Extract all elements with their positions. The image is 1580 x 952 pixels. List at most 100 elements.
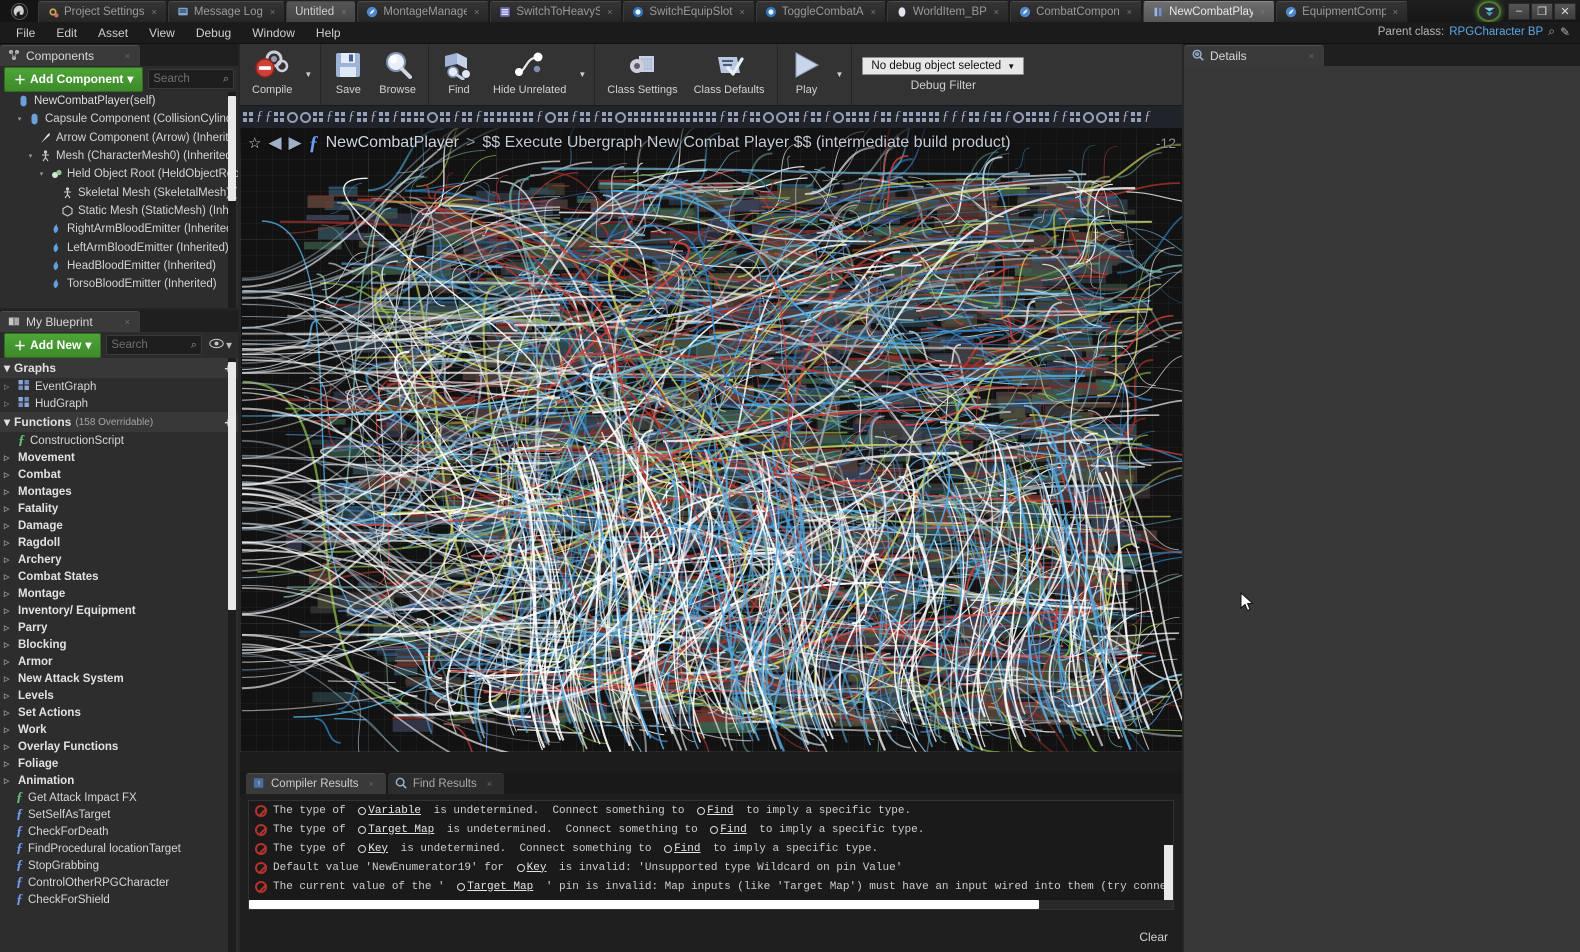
pin-link[interactable]: Find xyxy=(697,805,733,817)
menu-asset[interactable]: Asset xyxy=(88,24,138,42)
component-tree-row[interactable]: NewCombatPlayer(self) xyxy=(0,92,238,110)
parent-class-value[interactable]: RPGCharacter BP xyxy=(1449,26,1543,38)
tab-compiler-results[interactable]: ! Compiler Results × xyxy=(246,773,386,794)
expander-arrow-icon[interactable]: ▾ xyxy=(4,415,10,429)
component-tree-row[interactable]: Static Mesh (StaticMesh) (Inhe xyxy=(0,202,238,220)
event-graph-canvas[interactable]: BLUEPRINT ☆ ◀ ▶ ƒ NewCombatPlayer > $$ E… xyxy=(240,128,1182,752)
asset-tab-equipmentcomp[interactable]: EquipmentComp × xyxy=(1276,1,1409,22)
component-tree-row[interactable]: Skeletal Mesh (SkeletalMesh) ( xyxy=(0,183,238,201)
expander-arrow-icon[interactable]: ▷ xyxy=(4,658,13,666)
function-category-damage[interactable]: ▷ Damage xyxy=(0,517,238,534)
function-category-inventory-equipment[interactable]: ▷ Inventory/ Equipment xyxy=(0,602,238,619)
function-category-archery[interactable]: ▷ Archery xyxy=(0,551,238,568)
close-button[interactable]: ✕ xyxy=(1554,2,1576,20)
add-component-button[interactable]: ＋ Add Component ▾ xyxy=(4,66,144,92)
tab-my-blueprint[interactable]: My Blueprint × xyxy=(0,311,140,332)
asset-tab-worlditem-bp[interactable]: WorldItem_BP × xyxy=(886,1,1010,22)
breadcrumb-root[interactable]: NewCombatPlayer xyxy=(326,134,459,152)
menu-help[interactable]: Help xyxy=(306,24,351,42)
chevron-down-icon[interactable]: ▼ xyxy=(832,44,848,105)
chevron-down-icon[interactable]: ▼ xyxy=(300,44,316,105)
component-tree-row[interactable]: LeftArmBloodEmitter (Inherited) xyxy=(0,238,238,256)
menu-view[interactable]: View xyxy=(139,24,185,42)
toolbar-hide-unrelated-button[interactable]: Hide Unrelated xyxy=(485,44,574,105)
compiler-message[interactable]: The type of Variable is undetermined. Co… xyxy=(249,801,1173,820)
expander-arrow-icon[interactable]: ▷ xyxy=(4,743,13,751)
function-category-new-attack-system[interactable]: ▷ New Attack System xyxy=(0,670,238,687)
toolbar-play-button[interactable]: Play xyxy=(782,44,832,105)
expander-arrow-icon[interactable]: ▷ xyxy=(4,675,13,683)
visibility-options-button[interactable]: ▾ xyxy=(207,338,234,352)
close-icon[interactable]: × xyxy=(125,317,130,327)
compiler-message[interactable]: The type of Target Map is undetermined. … xyxy=(249,820,1173,839)
compiler-message[interactable]: Default value 'NewEnumerator19' for Key … xyxy=(249,858,1173,877)
expander-arrow-icon[interactable]: ▷ xyxy=(4,607,13,615)
myblueprint-tree[interactable]: ▾Graphs+▷EventGraph▷HudGraph▾Functions(1… xyxy=(0,358,238,952)
expander-arrow-icon[interactable]: ▷ xyxy=(4,590,13,598)
close-icon[interactable]: × xyxy=(474,7,479,17)
close-icon[interactable]: × xyxy=(341,7,346,17)
function-category-armor[interactable]: ▷ Armor xyxy=(0,653,238,670)
browse-parent-icon[interactable]: ⌕ xyxy=(1548,24,1555,39)
myblueprint-search-input[interactable]: Search ⌕ xyxy=(106,335,202,355)
menu-debug[interactable]: Debug xyxy=(186,24,241,42)
expander-arrow-icon[interactable]: ▾ xyxy=(4,361,10,375)
components-tree[interactable]: NewCombatPlayer(self) ▾ Capsule Component … xyxy=(0,92,238,308)
nav-back-icon[interactable]: ◀ xyxy=(268,133,281,153)
expander-arrow-icon[interactable]: ▷ xyxy=(4,471,13,479)
component-tree-row[interactable]: HeadBloodEmitter (Inherited) xyxy=(0,257,238,275)
close-icon[interactable]: × xyxy=(740,7,745,17)
tab-details[interactable]: Details × xyxy=(1184,45,1324,66)
function-category-fatality[interactable]: ▷ Fatality xyxy=(0,500,238,517)
expander-arrow-icon[interactable]: ▾ xyxy=(15,115,24,123)
tab-components[interactable]: Components × xyxy=(0,45,140,66)
close-icon[interactable]: × xyxy=(125,51,130,61)
asset-tab-message-log[interactable]: Message Log × xyxy=(167,1,286,22)
chevron-down-icon[interactable]: ▼ xyxy=(574,44,590,105)
nav-forward-icon[interactable]: ▶ xyxy=(289,133,302,153)
pin-link[interactable]: Key xyxy=(358,843,388,855)
close-icon[interactable]: × xyxy=(607,7,612,17)
expander-arrow-icon[interactable]: ▷ xyxy=(4,692,13,700)
expander-arrow-icon[interactable]: ▷ xyxy=(4,454,13,462)
close-icon[interactable]: × xyxy=(994,7,999,17)
component-tree-row[interactable]: ▾ Held Object Root (HeldObjectRoo xyxy=(0,165,238,183)
expander-arrow-icon[interactable]: ▷ xyxy=(4,726,13,734)
close-icon[interactable]: × xyxy=(152,7,157,17)
function-category-set-actions[interactable]: ▷ Set Actions xyxy=(0,704,238,721)
compiler-message[interactable]: The current value of the ' Target Map ' … xyxy=(249,877,1173,896)
expander-arrow-icon[interactable]: ▷ xyxy=(4,505,13,513)
asset-tab-switchtoheavys[interactable]: SwitchToHeavyS × xyxy=(490,1,623,22)
edit-parent-icon[interactable]: ✎ xyxy=(1560,25,1570,39)
function-category-combat-states[interactable]: ▷ Combat States xyxy=(0,568,238,585)
graph-item-hudgraph[interactable]: ▷ HudGraph xyxy=(0,395,238,412)
function-category-ragdoll[interactable]: ▷ Ragdoll xyxy=(0,534,238,551)
component-tree-row[interactable]: ▾ Capsule Component (CollisionCylind xyxy=(0,110,238,128)
function-category-combat[interactable]: ▷ Combat xyxy=(0,466,238,483)
function-category-montage[interactable]: ▷ Montage xyxy=(0,585,238,602)
toolbar-compile-button[interactable]: Compile xyxy=(244,44,300,105)
function-category-blocking[interactable]: ▷ Blocking xyxy=(0,636,238,653)
function-category-work[interactable]: ▷ Work xyxy=(0,721,238,738)
asset-tab-untitled[interactable]: Untitled × xyxy=(286,1,357,22)
close-icon[interactable]: × xyxy=(1309,51,1314,61)
function-checkforshield[interactable]: ƒ CheckForShield xyxy=(0,891,238,908)
pin-link[interactable]: Find xyxy=(664,843,700,855)
function-findprocedural-locationtarget[interactable]: ƒ FindProcedural locationTarget xyxy=(0,840,238,857)
window-controls[interactable]: – ❐ ✕ xyxy=(1477,0,1580,22)
component-tree-row[interactable]: RightArmBloodEmitter (Inherited) xyxy=(0,220,238,238)
menu-edit[interactable]: Edit xyxy=(46,24,87,42)
live-coding-icon[interactable] xyxy=(1477,0,1501,22)
results-tabs[interactable]: ! Compiler Results × Find Results × xyxy=(240,772,1182,794)
pin-link[interactable]: Find xyxy=(710,824,747,836)
expander-arrow-icon[interactable]: ▷ xyxy=(4,573,13,581)
asset-tab-montagemanage[interactable]: MontageManage × xyxy=(357,1,490,22)
blueprint-toolbar[interactable]: Compile ▼ Save Browse Find Hide Unrelated ▼ Cla… xyxy=(240,44,1182,106)
expander-arrow-icon[interactable]: ▷ xyxy=(4,777,13,785)
toolbar-class-defaults-button[interactable]: Class Defaults xyxy=(686,44,773,105)
function-category-montages[interactable]: ▷ Montages xyxy=(0,483,238,500)
function-category-levels[interactable]: ▷ Levels xyxy=(0,687,238,704)
maximize-button[interactable]: ❐ xyxy=(1531,2,1553,20)
component-tree-row[interactable]: Arrow Component (Arrow) (Inherite xyxy=(0,129,238,147)
close-icon[interactable]: × xyxy=(871,7,876,17)
